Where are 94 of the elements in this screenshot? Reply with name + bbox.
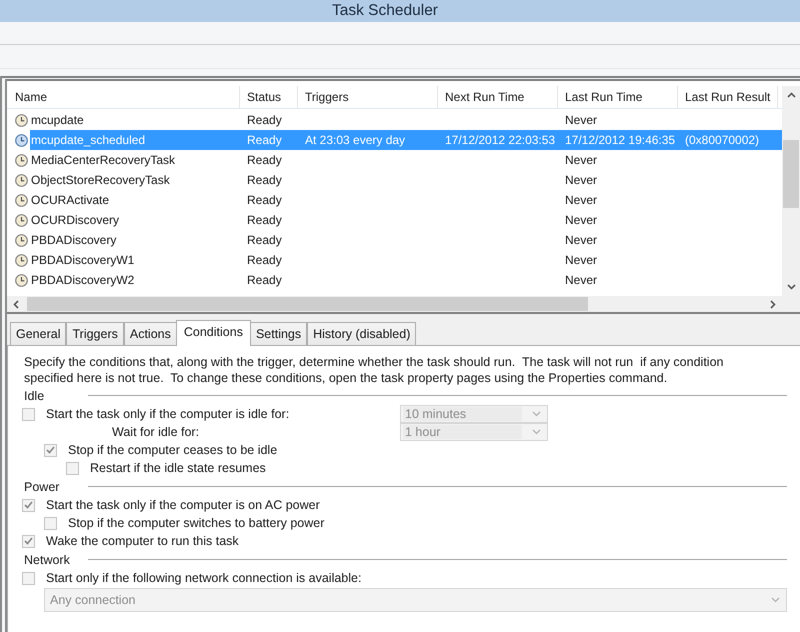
chevron-down-icon [771,597,780,603]
table-cell-text: 17/12/2012 22:03:53 [444,132,556,149]
task-row[interactable]: PBDADiscovery Ready Never [7,230,782,250]
horizontal-scrollbar[interactable] [7,296,782,312]
checkbox[interactable] [22,534,35,548]
table-cell-text: Never [564,192,598,209]
field-label: Wait for idle for: [112,424,200,440]
tab[interactable]: General [10,322,66,345]
tab[interactable]: History (disabled) [307,322,416,345]
table-cell-text: Ready [246,152,283,169]
table-cell-text: Ready [246,132,283,149]
checkbox-label: Restart if the idle state resumes [90,460,266,476]
column-header[interactable]: Last Run Time [558,86,678,108]
table-cell-text: Ready [246,192,283,209]
splitter-bar[interactable] [7,312,800,320]
checkmark-icon [24,501,33,509]
task-name: OCURActivate [31,192,110,208]
description-text: Specify the conditions that, along with the trigger, determine whether the task should run. The task will not run if any condition specified here is not true. To change these conditions, open the task property pages using the Properties command. [24,354,724,386]
task-row[interactable]: PBDADiscoveryW2 Ready Never [7,270,782,290]
table-cell-text: Ready [246,112,283,129]
clock-icon [15,114,28,126]
checkbox[interactable] [22,572,35,584]
checkbox[interactable] [44,516,57,530]
clock-icon [15,174,28,186]
task-name: mcupdate_scheduled [31,132,146,148]
checkbox-label: Wake the computer to run this task [46,533,239,549]
tab[interactable]: Settings [250,322,308,345]
clock-icon [15,134,28,146]
task-row[interactable]: ObjectStoreRecoveryTask Ready Never [7,170,782,190]
tab[interactable]: Actions [124,322,177,345]
section-title: Idle [24,388,46,404]
table-cell-text: Ready [246,212,283,229]
chevron-up-icon [786,92,796,98]
task-row[interactable]: mcupdate Ready Never [7,110,782,130]
checkbox[interactable] [44,444,57,456]
task-name: PBDADiscovery [31,232,116,248]
table-cell-text: Ready [246,272,283,289]
column-header[interactable]: Triggers [298,86,438,108]
table-cell-text: 17/12/2012 19:46:35 [564,132,676,149]
scrollbar-thumb[interactable] [783,140,799,208]
clock-icon [15,274,28,286]
column-header[interactable]: Last Run Result [678,86,778,108]
chevron-down-icon [786,284,796,290]
chevron-left-icon [13,300,19,308]
task-name: MediaCenterRecoveryTask [31,152,176,168]
chevron-down-icon [532,429,541,435]
task-row[interactable]: MediaCenterRecoveryTask Ready Never [7,150,782,170]
tab[interactable]: Conditions [176,320,251,346]
clock-icon [15,154,28,166]
table-cell-text: At 23:03 every day [304,132,406,149]
clock-icon [15,194,28,206]
task-name: OCURDiscovery [31,212,120,228]
task-name: mcupdate [31,112,84,128]
table-cell-text: (0x80070002) [684,132,760,149]
task-name: ObjectStoreRecoveryTask [31,172,170,188]
table-cell-text: Never [564,212,598,229]
chevron-down-icon [532,411,541,417]
table-cell-text: Never [564,152,598,169]
section-title: Power [24,478,60,494]
section-title: Network [24,552,71,568]
scrollbar-thumb[interactable] [27,297,588,311]
task-row[interactable]: OCURDiscovery Ready Never [7,210,782,230]
table-cell-text: Never [564,272,598,289]
tab[interactable]: Triggers [66,322,124,345]
table-cell-text: Never [564,112,598,129]
chevron-right-icon [770,300,776,308]
checkbox-label: Stop if the computer ceases to be idle [68,442,278,458]
clock-icon [15,214,28,226]
checkbox-label: Start only if the following network connection is available: [46,570,362,586]
table-cell-text: Never [564,232,598,249]
table-cell-text: Never [564,172,598,189]
checkmark-icon [46,446,55,454]
table-cell-text: Never [564,252,598,269]
checkbox[interactable] [22,498,35,512]
table-cell-text: Ready [246,232,283,249]
column-header[interactable]: Next Run Time [438,86,558,108]
checkbox-label: Stop if the computer switches to battery power [68,515,324,531]
task-row[interactable]: PBDADiscoveryW1 Ready Never [7,250,782,270]
task-row[interactable]: OCURActivate Ready Never [7,190,782,210]
window-title: Task Scheduler [332,1,438,21]
checkbox-label: Start the task only if the computer is idle for: [46,406,290,422]
checkbox[interactable] [66,462,79,474]
task-name: PBDADiscoveryW1 [31,252,134,268]
task-name: PBDADiscoveryW2 [31,272,134,288]
clock-icon [15,254,28,266]
vertical-scrollbar[interactable] [782,86,800,296]
column-header[interactable]: Status [240,86,298,108]
checkmark-icon [24,537,33,545]
column-header[interactable]: Name [7,86,240,108]
table-cell-text: Ready [246,172,283,189]
table-cell-text: Ready [246,252,283,269]
checkbox-label: Start the task only if the computer is on AC power [46,497,320,513]
clock-icon [15,234,28,246]
checkbox[interactable] [22,408,35,420]
